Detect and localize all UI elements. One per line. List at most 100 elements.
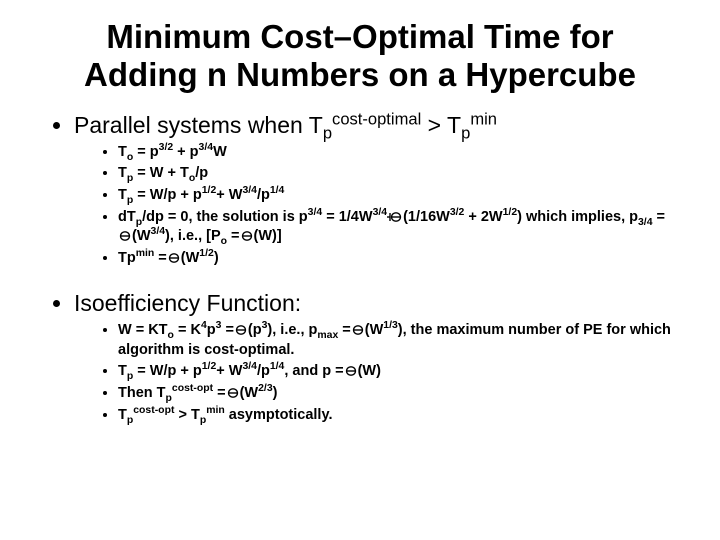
text: W xyxy=(213,144,227,160)
superscript: 1/4 xyxy=(270,185,285,196)
text: + 2W xyxy=(464,209,502,225)
text: T xyxy=(118,407,127,423)
subscript: p xyxy=(200,414,206,425)
sub-item: Tpcost-opt > Tpmin asymptotically. xyxy=(118,406,672,426)
text: /p xyxy=(257,187,270,203)
text: = xyxy=(213,385,226,401)
text: ), i.e., p xyxy=(267,322,317,338)
slide: Minimum Cost–Optimal Time for Adding n N… xyxy=(0,0,720,540)
text: p xyxy=(207,322,216,338)
sub-list-1: To = p3/2 + p3/4W Tp = W + To/p Tp = W/p… xyxy=(74,143,672,268)
text: = xyxy=(653,209,666,225)
text: = xyxy=(227,228,240,244)
superscript: min xyxy=(206,405,225,416)
text: (W xyxy=(181,250,200,266)
bullet-isoefficiency: Isoefficiency Function: W = KTo = K4p3 =… xyxy=(74,290,672,425)
text: = p xyxy=(133,144,158,160)
theta-icon xyxy=(167,252,181,264)
text: (W xyxy=(240,385,259,401)
subscript: p xyxy=(166,393,172,404)
text: (W) xyxy=(358,363,381,379)
superscript: 3/4 xyxy=(242,185,257,196)
theta-icon xyxy=(351,324,365,336)
superscript: 1/2 xyxy=(503,207,518,218)
text: ) xyxy=(214,250,219,266)
text: , and p = xyxy=(284,363,343,379)
sub-item: Then Tpcost-opt = (W2/3) xyxy=(118,384,672,404)
text: + W xyxy=(216,187,242,203)
superscript: 3/2 xyxy=(159,142,174,153)
slide-title: Minimum Cost–Optimal Time for Adding n N… xyxy=(48,18,672,94)
superscript: min xyxy=(136,248,155,259)
bullet-parallel-systems: Parallel systems when Tpcost-optimal > T… xyxy=(74,112,672,268)
text: = W/p + p xyxy=(133,187,201,203)
sub-item: dTp/dp = 0, the solution is p3/4 = 1/4W3… xyxy=(118,208,672,247)
text: T xyxy=(118,144,127,160)
superscript: 1/2 xyxy=(202,362,217,373)
text: = 1/4W xyxy=(322,209,372,225)
superscript: 3/4 xyxy=(373,207,388,218)
text: + p xyxy=(173,144,198,160)
title-line-2: Adding n Numbers on a Hypercube xyxy=(84,56,636,93)
superscript: 1/4 xyxy=(270,362,285,373)
text: /dp = 0, the solution is p xyxy=(142,209,308,225)
text: Isoefficiency Function: xyxy=(74,290,301,316)
text: T xyxy=(118,187,127,203)
text: (W xyxy=(365,322,384,338)
subscript: p xyxy=(127,414,133,425)
text: + W xyxy=(216,363,242,379)
text: = xyxy=(221,322,234,338)
text: ) xyxy=(273,385,278,401)
sub-item: Tp = W/p + p1/2+ W3/4/p1/4, and p =(W) xyxy=(118,362,672,382)
text: asymptotically. xyxy=(225,407,333,423)
text: /p xyxy=(257,363,270,379)
subscript: max xyxy=(317,330,338,341)
text: > T xyxy=(421,112,461,138)
text: Tp xyxy=(118,250,136,266)
superscript: 1/3 xyxy=(383,320,398,331)
text: dT xyxy=(118,209,136,225)
superscript: 3/4 xyxy=(151,226,166,237)
superscript: cost-optimal xyxy=(332,109,421,128)
sub-item: Tp = W + To/p xyxy=(118,164,672,184)
sub-item: Tpmin = (W1/2) xyxy=(118,249,672,269)
text: (W)] xyxy=(254,228,282,244)
subscript: p xyxy=(323,123,332,142)
superscript: cost-opt xyxy=(133,405,174,416)
text: Parallel systems when T xyxy=(74,112,323,138)
sub-list-2: W = KTo = K4p3 =(p3), i.e., pmax =(W1/3)… xyxy=(74,321,672,425)
text: Then T xyxy=(118,385,166,401)
text: T xyxy=(118,363,127,379)
superscript: 3/4 xyxy=(242,362,257,373)
superscript: 3/2 xyxy=(450,207,465,218)
subscript: p xyxy=(461,123,470,142)
theta-icon xyxy=(226,387,240,399)
text: = W/p + p xyxy=(133,363,201,379)
superscript: 1/2 xyxy=(199,248,214,259)
text: W = KT xyxy=(118,322,168,338)
theta-icon xyxy=(344,365,358,377)
theta-icon xyxy=(240,230,254,242)
text: (1/16W xyxy=(403,209,450,225)
sub-item: W = KTo = K4p3 =(p3), i.e., pmax =(W1/3)… xyxy=(118,321,672,360)
text: (W xyxy=(132,228,151,244)
top-bullet-list: Parallel systems when Tpcost-optimal > T… xyxy=(48,112,672,425)
text: /p xyxy=(195,165,208,181)
theta-icon xyxy=(118,230,132,242)
title-line-1: Minimum Cost–Optimal Time for xyxy=(106,18,613,55)
superscript: 3/4 xyxy=(199,142,214,153)
text: T xyxy=(118,165,127,181)
sub-item: To = p3/2 + p3/4W xyxy=(118,143,672,163)
superscript: cost-opt xyxy=(172,383,213,394)
text: > T xyxy=(174,407,199,423)
superscript: 1/2 xyxy=(202,185,217,196)
text: = xyxy=(338,322,351,338)
subscript: 3/4 xyxy=(638,216,653,227)
superscript: 2/3 xyxy=(258,383,273,394)
superscript: 3/4 xyxy=(308,207,323,218)
theta-icon xyxy=(387,211,403,223)
text: = K xyxy=(174,322,201,338)
text: = xyxy=(154,250,167,266)
sub-item: Tp = W/p + p1/2+ W3/4/p1/4 xyxy=(118,186,672,206)
text: ) which implies, p xyxy=(517,209,638,225)
